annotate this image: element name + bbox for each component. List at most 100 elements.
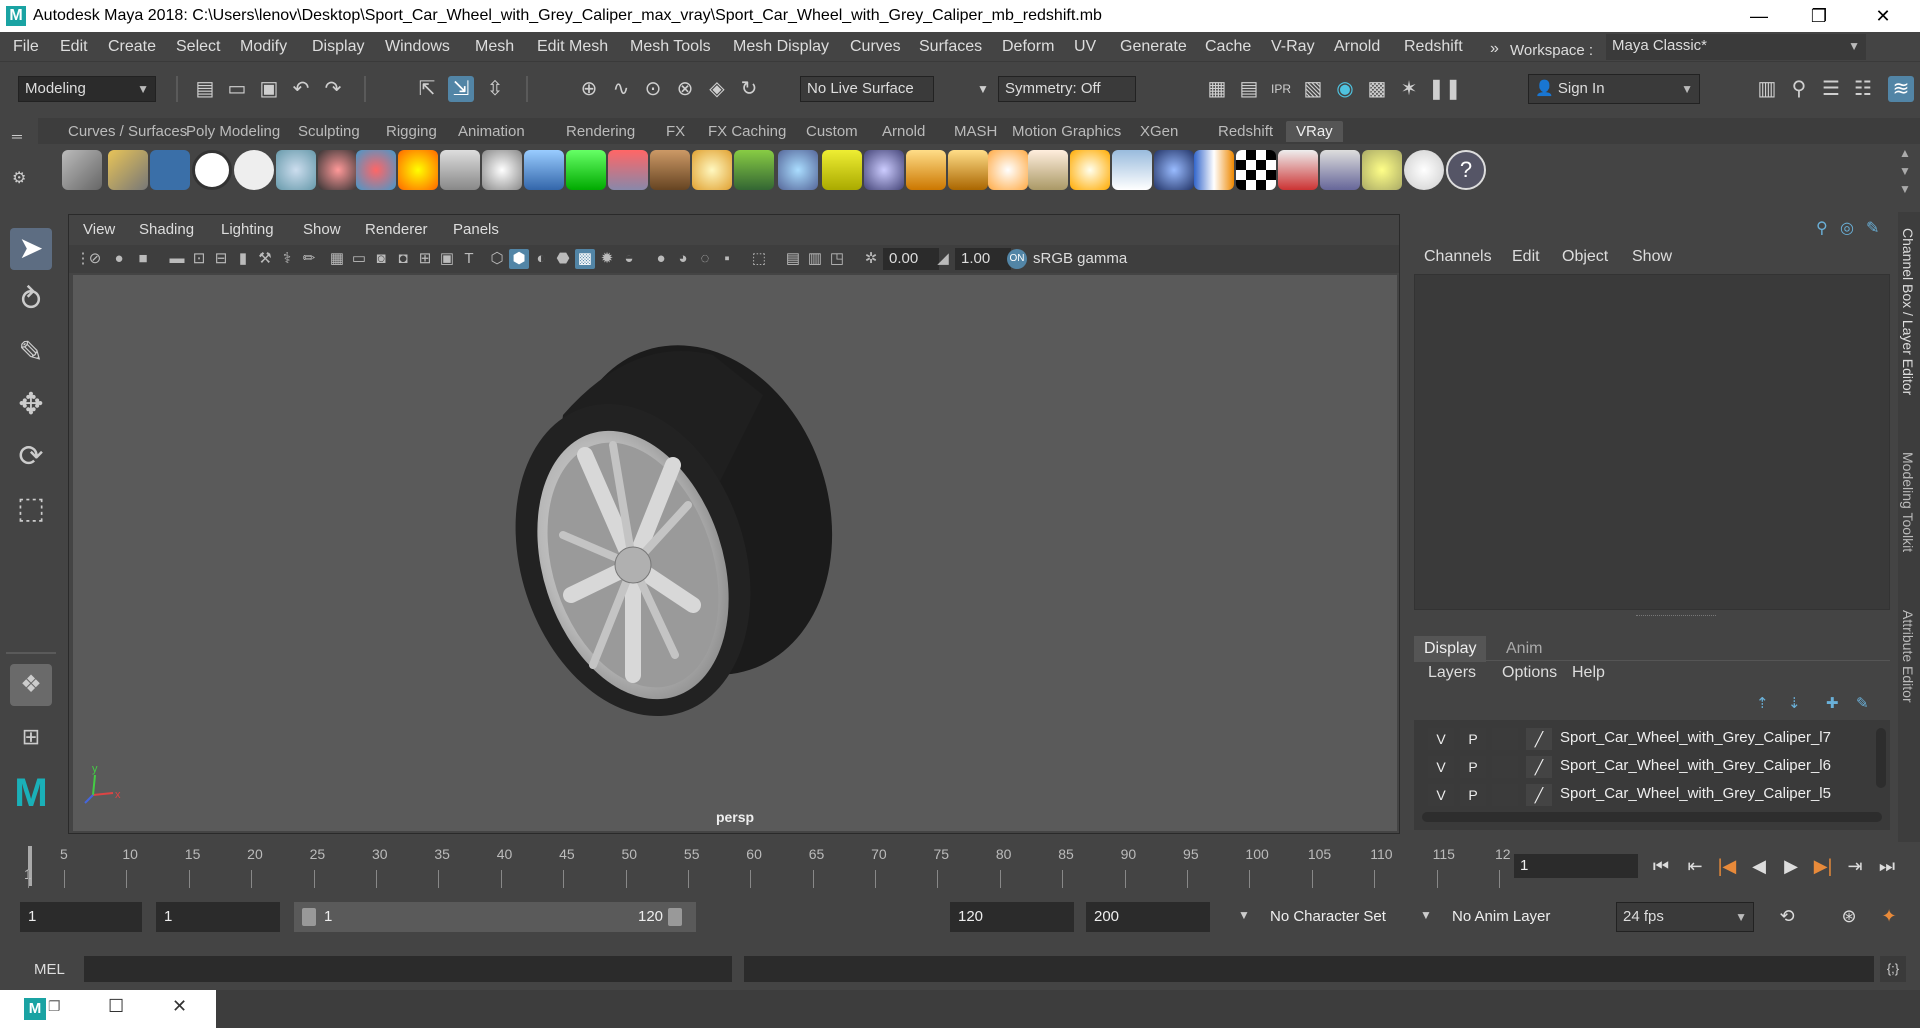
shelf-tab-custom[interactable]: Custom bbox=[796, 121, 868, 142]
tab-anim[interactable]: Anim bbox=[1496, 636, 1552, 662]
shelf-tab-rigging[interactable]: Rigging bbox=[376, 121, 447, 142]
open-scene-icon[interactable]: ▭ bbox=[224, 76, 250, 102]
shelf-tab-arnold[interactable]: Arnold bbox=[872, 121, 935, 142]
vray-logo-icon[interactable] bbox=[192, 150, 232, 190]
tool-settings-icon[interactable]: ☷ bbox=[1850, 76, 1876, 102]
menu-file[interactable]: File bbox=[13, 38, 39, 56]
layer-playback-toggle[interactable]: P bbox=[1460, 784, 1486, 806]
xray-icon[interactable]: ▤ bbox=[783, 249, 803, 269]
menu-deform[interactable]: Deform bbox=[1002, 38, 1054, 56]
cb-show-menu[interactable]: Show bbox=[1632, 248, 1672, 266]
animation-start-field[interactable]: 1 bbox=[20, 902, 142, 932]
shelf-tab-mash[interactable]: MASH bbox=[944, 121, 1007, 142]
select-hierarchy-icon[interactable]: ⇱ bbox=[414, 76, 440, 102]
tab-channel-box-layer-editor[interactable]: Channel Box / Layer Editor bbox=[1900, 228, 1916, 395]
vray-settings-icon[interactable] bbox=[234, 150, 274, 190]
rotate-tool-icon[interactable]: ⟳ bbox=[10, 436, 52, 478]
vray-table-icon[interactable] bbox=[1320, 150, 1360, 190]
play-backwards-icon[interactable]: ◀ bbox=[1746, 852, 1772, 880]
vray-plane-icon[interactable] bbox=[440, 150, 480, 190]
vray-particles-icon[interactable] bbox=[778, 150, 818, 190]
menu-windows[interactable]: Windows bbox=[385, 38, 450, 56]
select-component-icon[interactable]: ⇳ bbox=[482, 76, 508, 102]
vray-sun-icon[interactable] bbox=[1070, 150, 1110, 190]
cb-edit-menu[interactable]: Edit bbox=[1512, 248, 1540, 266]
vray-spot-light-icon[interactable] bbox=[948, 150, 988, 190]
vray-sphere-icon[interactable] bbox=[1154, 150, 1194, 190]
vray-fire-icon[interactable] bbox=[398, 150, 438, 190]
shelf-tab-xgen[interactable]: XGen bbox=[1130, 121, 1188, 142]
viewport-menu-lighting[interactable]: Lighting bbox=[221, 221, 274, 238]
vray-spline-icon[interactable] bbox=[822, 150, 862, 190]
animation-preferences-icon[interactable]: ✦ bbox=[1876, 902, 1902, 930]
anti-aliasing-icon[interactable]: ◌ bbox=[695, 249, 715, 269]
go-to-end-icon[interactable]: ⏭ bbox=[1874, 852, 1900, 880]
go-to-start-icon[interactable]: ⏮ bbox=[1648, 852, 1674, 880]
shelf-tab-animation[interactable]: Animation bbox=[448, 121, 535, 142]
wireframe-on-shaded-icon[interactable]: ⬣ bbox=[553, 249, 573, 269]
shelf-tab-fx[interactable]: FX bbox=[656, 121, 695, 142]
vray-sphere-light-icon[interactable] bbox=[988, 150, 1028, 190]
bookmark-icon[interactable]: ■ bbox=[133, 249, 153, 269]
shelf-tab-poly-modeling[interactable]: Poly Modeling bbox=[176, 121, 290, 142]
vray-half-dome-light-icon[interactable] bbox=[906, 150, 946, 190]
horizontal-scrollbar[interactable] bbox=[1422, 812, 1882, 822]
safe-title-icon[interactable]: T bbox=[459, 249, 479, 269]
ipr-render-icon[interactable]: IPR bbox=[1268, 76, 1294, 102]
vray-vfb-icon[interactable] bbox=[1278, 150, 1318, 190]
attribute-editor-icon[interactable]: ☰ bbox=[1818, 76, 1844, 102]
restore-icon[interactable]: ❐ bbox=[48, 998, 61, 1015]
vray-ies-light-icon[interactable] bbox=[1028, 150, 1068, 190]
step-forward-key-icon[interactable]: ⇥ bbox=[1842, 852, 1868, 880]
humanik-icon[interactable]: ⚲ bbox=[1786, 76, 1812, 102]
2d-pan-zoom-icon[interactable]: ⊡ bbox=[189, 249, 209, 269]
current-frame-field[interactable]: 1 bbox=[1514, 854, 1638, 878]
lasso-tool-icon[interactable]: ⥁ bbox=[10, 280, 52, 322]
restore-button[interactable]: ❐ bbox=[1796, 0, 1842, 32]
tab-modeling-toolkit[interactable]: Modeling Toolkit bbox=[1900, 452, 1916, 552]
close-button[interactable]: ✕ bbox=[1860, 0, 1906, 32]
anim-layer-field[interactable]: No Anim Layer bbox=[1444, 902, 1590, 932]
snap-surface-icon[interactable]: ◈ bbox=[704, 76, 730, 102]
xray-active-icon[interactable]: ▥ bbox=[805, 249, 825, 269]
single-perspective-layout-icon[interactable]: ❖ bbox=[10, 664, 52, 706]
playback-start-field[interactable]: 1 bbox=[156, 902, 280, 932]
select-tool-icon[interactable]: ➤ bbox=[10, 228, 52, 270]
script-editor-icon[interactable]: {;} bbox=[1880, 956, 1906, 982]
channel-box-icon[interactable]: ≋ bbox=[1888, 76, 1914, 102]
menu-display[interactable]: Display bbox=[312, 38, 364, 56]
vray-checker-icon[interactable] bbox=[1236, 150, 1276, 190]
timeline[interactable]: 1510152025303540455055606570758085909510… bbox=[24, 842, 1511, 890]
save-scene-icon[interactable]: ▣ bbox=[256, 76, 282, 102]
animation-end-field[interactable]: 200 bbox=[1086, 902, 1210, 932]
gate-mask-icon[interactable]: ◘ bbox=[393, 249, 413, 269]
maximize-icon[interactable]: ☐ bbox=[108, 996, 124, 1017]
command-input[interactable] bbox=[84, 956, 732, 982]
paint-icon[interactable]: ✏ bbox=[299, 249, 319, 269]
render-sequence-icon[interactable]: ▤ bbox=[1236, 76, 1262, 102]
vray-rect-light-icon[interactable] bbox=[1112, 150, 1152, 190]
textured-icon[interactable]: ▩ bbox=[575, 249, 595, 269]
snap-view-icon[interactable]: ⊗ bbox=[672, 76, 698, 102]
menu-vray[interactable]: V-Ray bbox=[1271, 38, 1315, 56]
viewport-menu-renderer[interactable]: Renderer bbox=[365, 221, 428, 238]
vray-dome-icon[interactable] bbox=[864, 150, 904, 190]
menu-mesh-display[interactable]: Mesh Display bbox=[733, 38, 829, 56]
vray-camera-icon[interactable] bbox=[318, 150, 358, 190]
layer-color-swatch[interactable]: ╱ bbox=[1526, 784, 1552, 806]
live-surface-field[interactable]: No Live Surface bbox=[800, 76, 934, 102]
menu-create[interactable]: Create bbox=[108, 38, 156, 56]
vray-ipr-icon[interactable] bbox=[108, 150, 148, 190]
xray-joints-icon[interactable]: ⚕ bbox=[277, 249, 297, 269]
vray-frame-buffer-icon[interactable] bbox=[150, 150, 190, 190]
menu-set-dropdown[interactable]: Modeling ▼ bbox=[18, 76, 156, 102]
cb-object-menu[interactable]: Object bbox=[1562, 248, 1608, 266]
menu-surfaces[interactable]: Surfaces bbox=[919, 38, 982, 56]
light-editor-icon[interactable]: ✶ bbox=[1396, 76, 1422, 102]
resolution-gate-icon[interactable]: ◙ bbox=[371, 249, 391, 269]
field-chart-icon[interactable]: ⊞ bbox=[415, 249, 435, 269]
vertical-scrollbar[interactable] bbox=[1876, 728, 1886, 788]
shelf-menu-icon[interactable]: ═ bbox=[12, 128, 22, 144]
channel-list[interactable] bbox=[1414, 274, 1890, 610]
pause-render-icon[interactable]: ❚❚ bbox=[1428, 76, 1462, 102]
